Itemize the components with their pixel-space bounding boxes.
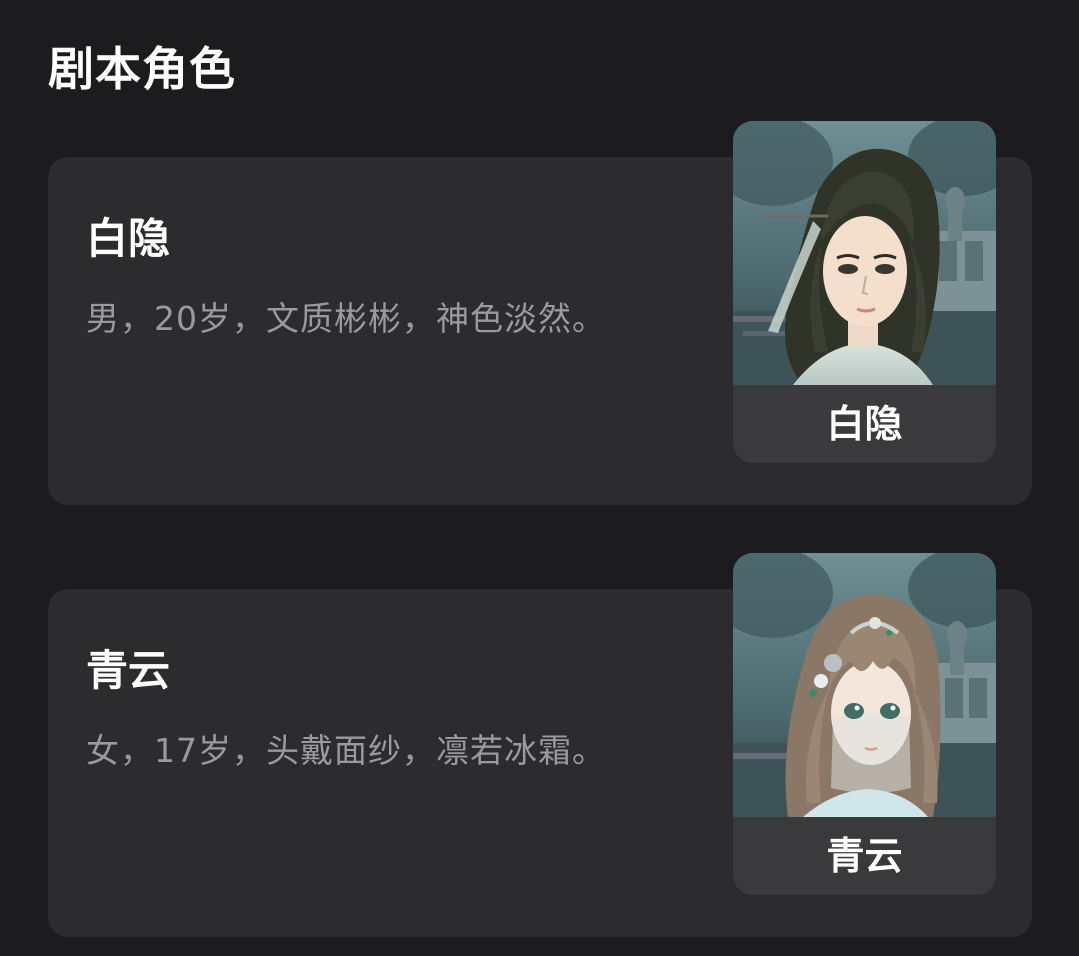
section-title: 剧本角色 [48, 42, 236, 96]
character-description: 女，17岁，头戴面纱，凛若冰霜。 [86, 731, 606, 770]
character-avatar-tile[interactable]: 青云 [733, 553, 996, 895]
avatar-tile-label: 青云 [826, 834, 903, 878]
character-list-page: 剧本角色 白隐 男，20岁，文质彬彬，神色淡然。 白隐 青云 女，17岁，头戴面… [0, 0, 1079, 956]
character-name: 青云 [86, 646, 171, 695]
female-character-portrait-icon [733, 553, 996, 817]
character-avatar-tile[interactable]: 白隐 [733, 121, 996, 463]
character-name: 白隐 [86, 214, 171, 263]
male-character-portrait-icon [733, 121, 996, 385]
character-description: 男，20岁，文质彬彬，神色淡然。 [86, 299, 606, 338]
avatar-tile-label: 白隐 [826, 402, 903, 446]
